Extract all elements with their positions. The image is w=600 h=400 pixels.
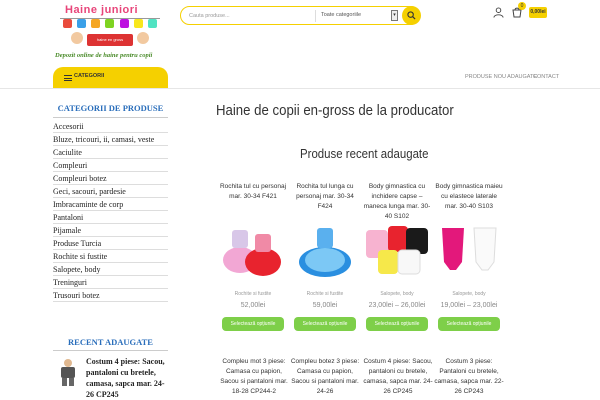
- select-options-button[interactable]: Selectează opțiunile: [366, 317, 428, 331]
- logo-tagline: Depozit online de haine pentru copii: [55, 52, 153, 59]
- sidebar-item-accesorii[interactable]: Accesorii: [53, 120, 168, 133]
- product-title[interactable]: Compleu botez 3 piese: Camasa cu papion,…: [289, 357, 361, 397]
- product-image[interactable]: [218, 222, 288, 278]
- category-list: Accesorii Bluze, tricouri, ii, camasi, v…: [53, 120, 168, 302]
- product-category[interactable]: Rochite si fustite: [290, 291, 360, 299]
- product-price: 19,00lei – 23,00lei: [440, 302, 498, 309]
- product-category[interactable]: Rochite si fustite: [218, 291, 288, 299]
- recent-heading: RECENT ADAUGATE: [53, 337, 168, 351]
- sidebar-item-salopete[interactable]: Salopete, body: [53, 263, 168, 276]
- recent-product-title[interactable]: Costum 4 piese: Sacou, pantaloni cu bret…: [86, 356, 171, 400]
- category-select[interactable]: Toate categoriile: [319, 9, 377, 22]
- product-card: Body gimnastica cu inchidere capse – man…: [362, 182, 432, 331]
- product-category[interactable]: Salopete, body: [362, 291, 432, 299]
- product-image[interactable]: [434, 222, 504, 278]
- product-card: Rochita tul cu personaj mar. 30-34 F421 …: [218, 182, 288, 331]
- cart-count-badge: 0: [518, 2, 526, 10]
- search-icon: [407, 11, 416, 20]
- menu-icon: [64, 75, 72, 83]
- product-image[interactable]: [290, 222, 360, 278]
- sidebar-item-trusouri[interactable]: Trusouri botez: [53, 289, 168, 302]
- search-bar: Toate categoriile ▾: [180, 6, 421, 25]
- product-title[interactable]: Body gimnastica cu inchidere capse – man…: [362, 182, 432, 220]
- logo-sign: haine en gross: [87, 34, 133, 46]
- sidebar-item-compleuri-botez[interactable]: Compleuri botez: [53, 172, 168, 185]
- categories-label: CATEGORII: [74, 73, 105, 79]
- product-title[interactable]: Costum 4 piese: Sacou, pantaloni cu bret…: [362, 357, 434, 397]
- product-card: Rochita tul lunga cu personaj mar. 30-34…: [290, 182, 360, 331]
- section-title: Produse recent adaugate: [300, 146, 429, 161]
- sidebar-item-treninguri[interactable]: Treninguri: [53, 276, 168, 289]
- sidebar-item-rochite[interactable]: Rochite si fustite: [53, 250, 168, 263]
- cart-total[interactable]: 0,00lei: [529, 7, 547, 18]
- sidebar-heading: CATEGORII DE PRODUSE: [53, 103, 168, 118]
- product-title[interactable]: Rochita tul lunga cu personaj mar. 30-34…: [290, 182, 360, 220]
- product-title[interactable]: Compleu mot 3 piese: Camasa cu papion, S…: [218, 357, 290, 397]
- sidebar-item-pijamale[interactable]: Pijamale: [53, 224, 168, 237]
- select-arrow-icon[interactable]: ▾: [391, 10, 398, 21]
- sidebar-item-bluze[interactable]: Bluze, tricouri, ii, camasi, veste: [53, 133, 168, 146]
- sidebar-item-produse-turcia[interactable]: Produse Turcia: [53, 237, 168, 250]
- search-input[interactable]: [189, 10, 299, 22]
- search-separator: [315, 10, 316, 22]
- nav-link-new-products[interactable]: PRODUSE NOU ADAUGATE: [465, 74, 537, 80]
- product-image[interactable]: [362, 222, 432, 278]
- product-category[interactable]: Salopete, body: [434, 291, 504, 299]
- product-price: 23,00lei – 26,00lei: [368, 302, 426, 309]
- product-title[interactable]: Rochita tul cu personaj mar. 30-34 F421: [218, 182, 288, 220]
- select-options-button[interactable]: Selectează opțiunile: [294, 317, 356, 331]
- select-options-button[interactable]: Selectează opțiunile: [438, 317, 500, 331]
- recent-product-image[interactable]: [55, 357, 81, 387]
- logo-title-text: Haine juniori: [65, 4, 139, 16]
- product-price: 59,00lei: [312, 302, 338, 309]
- search-button[interactable]: [402, 6, 421, 25]
- sidebar-item-pantaloni[interactable]: Pantaloni: [53, 211, 168, 224]
- sidebar-item-geci[interactable]: Geci, sacouri, pardesie: [53, 185, 168, 198]
- header-divider: [0, 88, 600, 89]
- product-title[interactable]: Body gimnastica maieu cu elastece latera…: [434, 182, 504, 220]
- user-icon[interactable]: [493, 7, 504, 18]
- categories-menu-button[interactable]: CATEGORII: [53, 67, 168, 88]
- sidebar-item-imbracaminte[interactable]: Imbracaminte de corp: [53, 198, 168, 211]
- sidebar-item-compleuri[interactable]: Compleuri: [53, 159, 168, 172]
- logo-clothes: [63, 19, 157, 29]
- page-title: Haine de copii en-gross de la producator: [216, 102, 454, 119]
- sidebar-item-caciulite[interactable]: Caciulite: [53, 146, 168, 159]
- logo-title: Haine juniori: [65, 4, 138, 16]
- product-card: Body gimnastica maieu cu elastece latera…: [434, 182, 504, 331]
- product-title[interactable]: Costum 3 piese: Pantaloni cu bretele, ca…: [433, 357, 505, 397]
- select-options-button[interactable]: Selectează opțiunile: [222, 317, 284, 331]
- product-price: 52,00lei: [240, 302, 266, 309]
- nav-link-contact[interactable]: CONTACT: [533, 74, 559, 80]
